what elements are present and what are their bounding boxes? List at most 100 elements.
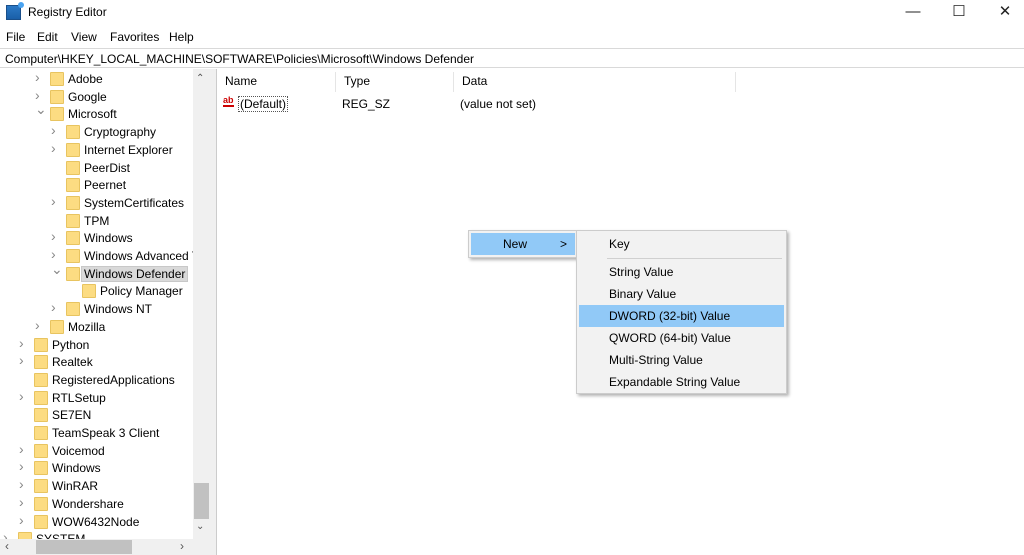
submenu-item[interactable]: Expandable String Value (579, 371, 784, 393)
menu-help[interactable]: Help (169, 30, 194, 44)
menu-edit[interactable]: Edit (37, 30, 58, 44)
folder-icon (82, 284, 96, 299)
tree-item[interactable]: PeerDist (0, 159, 193, 177)
tree-item[interactable]: ⌄ Microsoft (0, 101, 193, 123)
expand-chevron-icon[interactable]: › (19, 388, 29, 404)
tree-item[interactable]: › Windows Advanced Threat Protection (0, 246, 209, 265)
value-row[interactable]: ab (Default) REG_SZ (value not set) (221, 94, 1011, 112)
scroll-up-icon[interactable]: ⌃ (196, 73, 204, 84)
scroll-thumb[interactable] (194, 483, 209, 519)
submenu-item[interactable]: Binary Value (579, 283, 784, 305)
tree-item[interactable]: › Voicemod (0, 441, 193, 460)
scroll-left-icon[interactable]: ‹ (5, 539, 9, 553)
expand-chevron-icon[interactable]: › (35, 69, 45, 85)
tree-item-label: Adobe (68, 72, 103, 86)
tree-horizontal-scrollbar[interactable]: ‹ › (0, 539, 210, 555)
tree-item[interactable]: › SystemCertificates (0, 193, 193, 212)
submenu-item[interactable]: Key (579, 233, 784, 255)
tree-item[interactable]: › Windows (0, 458, 193, 477)
tree-vertical-scrollbar[interactable]: ⌃ ⌄ (193, 69, 210, 539)
minimize-button[interactable]: — (890, 0, 936, 26)
ab-string-icon: ab (223, 95, 234, 107)
tree-item[interactable]: Peernet (0, 176, 193, 194)
folder-icon (66, 160, 80, 175)
tree-item-label: Windows Advanced Threat Protection (84, 249, 209, 263)
tree-item[interactable]: › Windows (0, 228, 193, 247)
expand-chevron-icon[interactable]: › (35, 317, 45, 333)
folder-icon (34, 337, 48, 352)
tree-item[interactable]: TeamSpeak 3 Client (0, 424, 193, 442)
tree-item[interactable]: › Google (0, 87, 193, 106)
tree-item-label: PeerDist (84, 160, 131, 175)
value-data: (value not set) (460, 97, 537, 111)
folder-icon (66, 142, 80, 157)
folder-icon (34, 390, 48, 405)
tree-item[interactable]: › WinRAR (0, 476, 193, 495)
tree-item[interactable]: › Adobe (0, 69, 193, 88)
submenu-item[interactable]: QWORD (64-bit) Value (579, 327, 784, 349)
column-type[interactable]: Type (336, 72, 454, 92)
expand-chevron-icon[interactable]: › (19, 512, 29, 528)
folder-icon (50, 319, 64, 334)
context-menu: New > (468, 230, 578, 258)
menu-view[interactable]: View (71, 30, 97, 44)
close-button[interactable]: ✕ (982, 0, 1024, 26)
tree-item[interactable]: RegisteredApplications (0, 371, 193, 389)
expand-chevron-icon[interactable]: › (51, 193, 61, 209)
new-submenu: Key String Value Binary Value DWORD (32-bit… (576, 230, 787, 394)
registry-editor-icon (6, 2, 24, 20)
tree-item-label: Windows (84, 231, 133, 246)
expand-chevron-icon[interactable]: › (51, 228, 61, 244)
tree-item[interactable]: › Wondershare (0, 494, 193, 513)
expand-chevron-icon[interactable]: › (35, 87, 45, 103)
menu-file[interactable]: File (6, 30, 25, 44)
tree-item[interactable]: › Cryptography (0, 122, 193, 141)
tree-item-label: TPM (84, 213, 110, 228)
tree-item-label: Voicemod (52, 443, 105, 458)
expand-chevron-icon[interactable]: › (19, 352, 29, 368)
tree-item[interactable]: › Internet Explorer (0, 140, 193, 159)
key-tree: › Adobe › Google ⌄ Microsoft › Cryptography › Int… (0, 69, 210, 555)
tree-item-label: WinRAR (52, 479, 99, 494)
tree-item[interactable]: › RTLSetup (0, 388, 193, 407)
expand-chevron-icon[interactable]: › (19, 335, 29, 351)
submenu-item[interactable]: DWORD (32-bit) Value (579, 305, 784, 327)
tree-item[interactable]: › Mozilla (0, 317, 193, 336)
folder-icon (66, 266, 80, 281)
column-data[interactable]: Data (454, 72, 736, 92)
hscroll-thumb[interactable] (36, 540, 132, 554)
tree-item[interactable]: › Python (0, 335, 193, 354)
expand-chevron-icon[interactable]: › (51, 299, 61, 315)
menu-favorites[interactable]: Favorites (110, 30, 159, 44)
tree-item[interactable]: TPM (0, 212, 193, 230)
folder-icon (34, 408, 48, 423)
tree-item[interactable]: Policy Manager (0, 282, 193, 300)
menu-item-new[interactable]: New > (471, 233, 575, 255)
tree-item[interactable]: › Realtek (0, 352, 193, 371)
collapse-chevron-icon[interactable]: ⌄ (51, 261, 63, 278)
address-bar[interactable]: Computer\HKEY_LOCAL_MACHINE\SOFTWARE\Pol… (0, 48, 1024, 68)
tree-item[interactable]: › Windows NT (0, 299, 193, 318)
tree-item[interactable]: SE7EN (0, 406, 193, 424)
expand-chevron-icon[interactable]: › (19, 441, 29, 457)
maximize-button[interactable]: ☐ (936, 0, 982, 26)
tree-item[interactable]: › WOW6432Node (0, 512, 193, 531)
expand-chevron-icon[interactable]: › (51, 140, 61, 156)
expand-chevron-icon[interactable]: › (19, 458, 29, 474)
scroll-down-icon[interactable]: ⌄ (196, 521, 204, 532)
folder-icon (50, 89, 64, 104)
expand-chevron-icon[interactable]: › (19, 476, 29, 492)
submenu-item[interactable]: Multi-String Value (579, 349, 784, 371)
tree-item-label: Windows (52, 461, 101, 476)
tree-item-label: Wondershare (52, 496, 124, 511)
column-name[interactable]: Name (217, 72, 336, 92)
expand-chevron-icon[interactable]: › (51, 246, 61, 262)
collapse-chevron-icon[interactable]: ⌄ (35, 101, 47, 118)
tree-item[interactable]: ⌄ Windows Defender (0, 261, 193, 283)
expand-chevron-icon[interactable]: › (51, 122, 61, 138)
tree-item-label: Google (68, 89, 107, 104)
submenu-item[interactable]: String Value (579, 261, 784, 283)
expand-chevron-icon[interactable]: › (19, 494, 29, 510)
scroll-right-icon[interactable]: › (180, 539, 184, 553)
folder-icon (34, 514, 48, 529)
